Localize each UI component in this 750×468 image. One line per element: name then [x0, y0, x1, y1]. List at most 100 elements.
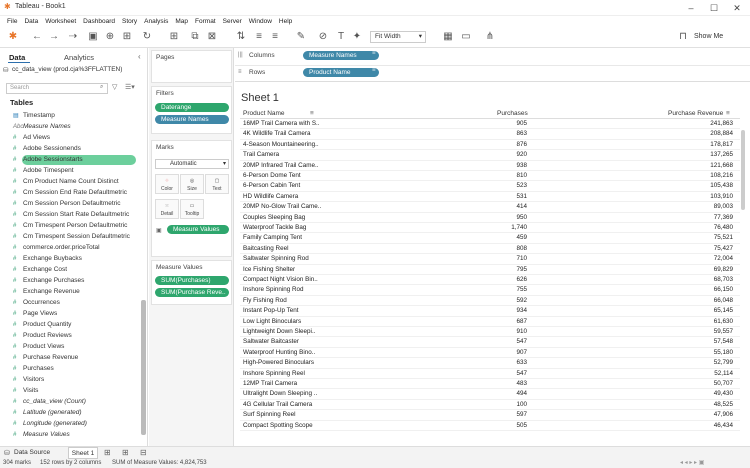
table-row[interactable]: 20MP Infrared Trail Came.. 938 121,668 — [240, 161, 740, 171]
sheet-title[interactable]: Sheet 1 — [241, 92, 279, 104]
field-item[interactable]: # Cm Session End Rate Defaultmetric — [13, 187, 141, 198]
table-row[interactable]: HD Wildlife Camera 531 103,910 — [240, 192, 740, 203]
pause-updates-icon[interactable]: ⊞ — [120, 30, 134, 44]
nav-arrows-icon[interactable]: ◂ ◂ ▸ ▸ ▣ — [680, 459, 704, 466]
table-row[interactable]: Compact Spotting Scope 505 46,434 — [240, 421, 740, 431]
measure-values-card[interactable]: Measure Values SUM(Purchases) SUM(Purcha… — [151, 260, 232, 305]
refresh-icon[interactable]: ↻ — [140, 30, 154, 44]
filters-card[interactable]: Filters Daterange Measure Names — [151, 86, 232, 134]
marks-pill-measure-values[interactable]: Measure Values — [167, 225, 229, 234]
menu-story[interactable]: Story — [122, 16, 137, 28]
table-row[interactable]: Surf Spinning Reel 597 47,906 — [240, 410, 740, 421]
tab-analytics[interactable]: Analytics — [64, 53, 94, 62]
header-product-name[interactable]: Product Name — [243, 110, 285, 117]
table-row[interactable]: Inshore Spinning Reel 547 52,114 — [240, 369, 740, 379]
tab-sheet1[interactable]: Sheet 1 — [68, 447, 98, 459]
show-me-button[interactable]: Show Me — [694, 30, 744, 44]
menu-worksheet[interactable]: Worksheet — [45, 16, 76, 28]
new-sheet-icon[interactable]: ⊞ — [104, 448, 111, 457]
table-row[interactable]: Lightweight Down Sleepi.. 910 59,557 — [240, 327, 740, 338]
table-row[interactable]: Waterproof Hunting Bino.. 907 55,180 — [240, 348, 740, 359]
table-row[interactable]: High-Powered Binoculars 633 52,799 — [240, 358, 740, 369]
table-row[interactable]: Baitcasting Reel 808 75,427 — [240, 244, 740, 255]
duplicate-sheet-icon[interactable]: ⧉ — [188, 30, 202, 44]
menu-window[interactable]: Window — [249, 16, 272, 28]
group-icon[interactable]: ⊘ — [316, 30, 330, 44]
field-item[interactable]: # Cm Timespent Session Defaultmetric — [13, 231, 141, 242]
new-story-icon[interactable]: ⊟ — [140, 448, 147, 457]
menu-file[interactable]: File — [7, 16, 17, 28]
marks-card[interactable]: Marks Automatic ▾ ⁘ Color ◎ Size ▢ Text ⁙ Det… — [151, 140, 232, 257]
tab-data[interactable]: Data — [9, 53, 25, 62]
table-row[interactable]: Ultralight Down Sleeping .. 494 49,430 — [240, 389, 740, 400]
sort-icon[interactable]: ≡ — [726, 110, 730, 117]
sort-icon[interactable]: ≡ — [310, 110, 314, 117]
labels-icon[interactable]: T — [334, 30, 348, 44]
table-row[interactable]: 6-Person Cabin Tent 523 105,438 — [240, 181, 740, 192]
collapse-pane-icon[interactable]: ‹ — [138, 52, 141, 61]
maximize-icon[interactable]: ☐ — [703, 2, 725, 14]
show-labels-icon[interactable]: ▦ — [441, 30, 455, 44]
marks-tooltip-button[interactable]: ▭ Tooltip — [180, 199, 204, 219]
field-item[interactable]: # Latitude (generated) — [13, 407, 141, 418]
table-row[interactable]: Saltwater Spinning Rod 710 72,004 — [240, 254, 740, 265]
replay-icon[interactable]: ⇢ — [66, 30, 80, 44]
table-row[interactable]: Compact Night Vision Bin.. 626 68,703 — [240, 275, 740, 286]
table-row[interactable]: Family Camping Tent 459 75,521 — [240, 233, 740, 244]
field-item[interactable]: # Visitors — [13, 374, 141, 385]
marks-text-button[interactable]: ▢ Text — [205, 174, 229, 194]
field-item[interactable]: # Cm Timespent Person Defaultmetric — [13, 220, 141, 231]
table-row[interactable]: Fly Fishing Rod 592 66,048 — [240, 296, 740, 307]
table-row[interactable]: 16MP Trail Camera with S.. 905 241,863 — [240, 119, 740, 130]
table-row[interactable]: 4G Cellular Trail Camera 100 48,525 — [240, 400, 740, 411]
undo-icon[interactable]: ← — [30, 30, 44, 44]
field-item[interactable]: # Cm Session Start Rate Defaultmetric — [13, 209, 141, 220]
columns-pill-measure-names[interactable]: Measure Names — [303, 51, 379, 60]
table-row[interactable]: 20MP No-Glow Trail Came.. 414 89,003 — [240, 202, 740, 213]
header-purchase-revenue[interactable]: Purchase Revenue — [668, 110, 723, 117]
pages-card[interactable]: Pages — [151, 50, 232, 83]
menu-map[interactable]: Map — [175, 16, 188, 28]
view-scrollbar[interactable] — [741, 130, 745, 210]
share-icon[interactable]: ⋔ — [483, 30, 497, 44]
table-row[interactable]: Trail Camera 920 137,265 — [240, 150, 740, 161]
field-item[interactable]: # Adobe Sessionstarts — [13, 154, 141, 165]
save-icon[interactable]: ▣ — [86, 30, 100, 44]
table-row[interactable]: Couples Sleeping Bag 950 77,369 — [240, 213, 740, 223]
field-item[interactable]: # Page Views — [13, 308, 141, 319]
field-item[interactable]: # Exchange Revenue — [13, 286, 141, 297]
close-icon[interactable]: ✕ — [726, 2, 748, 14]
sort-descending-icon[interactable]: ≡ — [268, 30, 282, 44]
field-item[interactable]: AbcMeasure Names — [13, 121, 141, 132]
rows-pill-product-name[interactable]: Product Name — [303, 68, 379, 77]
field-item[interactable]: # Exchange Cost — [13, 264, 141, 275]
table-row[interactable]: 12MP Trail Camera 483 50,707 — [240, 379, 740, 390]
tableau-home-icon[interactable]: ✱ — [6, 30, 20, 44]
menu-format[interactable]: Format — [195, 16, 216, 28]
swap-icon[interactable]: ⇅ — [234, 30, 248, 44]
menu-data[interactable]: Data — [24, 16, 38, 28]
mv-pill-purchases[interactable]: SUM(Purchases) — [155, 276, 229, 285]
field-item[interactable]: # Product Reviews — [13, 330, 141, 341]
filter-pill-daterange[interactable]: Daterange — [155, 103, 229, 112]
field-item[interactable]: # commerce.order.priceTotal — [13, 242, 141, 253]
marks-size-button[interactable]: ◎ Size — [180, 174, 204, 194]
field-item[interactable]: ▤ Timestamp — [13, 110, 141, 121]
presentation-icon[interactable]: ▭ — [459, 30, 473, 44]
clear-sheet-icon[interactable]: ⊠ — [205, 30, 219, 44]
mv-pill-purchase-revenue[interactable]: SUM(Purchase Reve.. — [155, 288, 229, 297]
mark-type-select[interactable]: Automatic ▾ — [155, 159, 229, 169]
tab-data-source[interactable]: Data Source — [14, 449, 50, 456]
field-item[interactable]: # Adobe Timespent — [13, 165, 141, 176]
table-row[interactable]: Low Light Binoculars 687 61,630 — [240, 317, 740, 327]
field-item[interactable]: # Cm Session Person Defaultmetric — [13, 198, 141, 209]
sort-ascending-icon[interactable]: ≡ — [252, 30, 266, 44]
field-item[interactable]: # Purchase Revenue — [13, 352, 141, 363]
header-purchases[interactable]: Purchases — [497, 110, 528, 117]
fix-axes-icon[interactable]: ✦ — [350, 30, 364, 44]
marks-detail-button[interactable]: ⁙ Detail — [155, 199, 179, 219]
field-item[interactable]: # Adobe Sessionends — [13, 143, 141, 154]
field-item[interactable]: # Visits — [13, 385, 141, 396]
field-item[interactable]: # Product Quantity — [13, 319, 141, 330]
datasource-name[interactable]: cc_data_view (prod.cja%3FFLATTEN) — [12, 66, 122, 73]
